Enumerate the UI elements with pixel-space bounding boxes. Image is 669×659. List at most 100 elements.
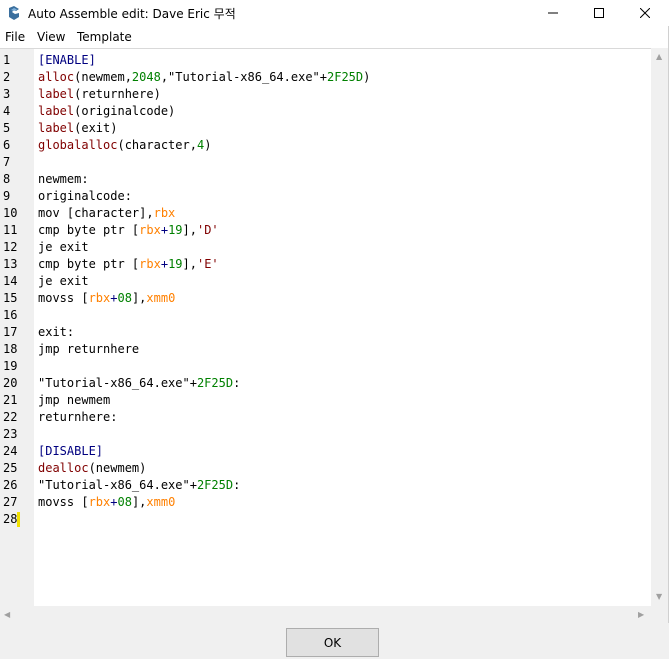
vertical-scrollbar[interactable]: ▲ ▼ [651,48,668,606]
code-token: exit: [38,325,75,339]
line-number: 1 [3,53,11,67]
scroll-down-icon[interactable]: ▼ [656,592,662,601]
code-line[interactable]: "Tutorial-x86_64.exe"+2F25D: [38,375,240,392]
code-token: movss [ [38,495,89,509]
code-token: "Tutorial-x86_64.exe"+ [38,478,197,492]
line-number: 21 [3,393,18,407]
code-token: ], [182,257,197,271]
code-token: 2048 [131,70,161,84]
code-token: label [38,104,75,118]
code-token: + [160,257,169,271]
code-line[interactable]: exit: [38,324,74,341]
line-number: 23 [3,427,18,441]
code-token: ], [131,291,147,305]
code-token: originalcode: [38,189,132,203]
code-token: (returnhere) [74,87,161,101]
code-line[interactable]: movss [rbx+08],xmm0 [38,290,175,307]
maximize-button[interactable] [576,0,622,26]
code-token: (exit) [74,121,118,135]
code-line[interactable]: alloc(newmem,2048,"Tutorial-x86_64.exe"+… [38,69,370,86]
line-number: 10 [3,206,18,220]
code-line[interactable]: [DISABLE] [38,443,103,460]
line-number: 19 [3,359,18,373]
code-line[interactable]: label(returnhere) [38,86,161,103]
code-token: [ENABLE] [38,53,96,67]
code-token: + [110,291,118,305]
line-number: 5 [3,121,11,135]
line-number: 3 [3,87,11,101]
line-number: 9 [3,189,11,203]
scroll-right-icon[interactable]: ▶ [638,610,644,619]
code-line[interactable]: originalcode: [38,188,132,205]
code-line[interactable]: label(originalcode) [38,103,175,120]
line-number: 4 [3,104,11,118]
line-number: 15 [3,291,18,305]
code-token: 19 [168,257,183,271]
code-token: ) [204,138,212,152]
code-token: "Tutorial-x86_64.exe"+ [38,376,197,390]
horizontal-scrollbar[interactable]: ◀ ▶ [0,606,651,623]
code-line[interactable]: [ENABLE] [38,52,96,69]
code-token: rbx [88,291,111,305]
line-number: 17 [3,325,18,339]
code-line[interactable]: je exit [38,239,89,256]
button-panel: OK [0,623,669,659]
title-bar[interactable]: Auto Assemble edit: Dave Eric 무적 [0,0,669,26]
ok-button[interactable]: OK [286,628,379,657]
code-token: : [233,376,241,390]
code-token: mov [character], [38,206,154,220]
line-number: 25 [3,461,18,475]
code-token: label [38,121,75,135]
code-line[interactable]: jmp newmem [38,392,110,409]
code-token: 'E' [196,257,219,271]
code-token: returnhere: [38,410,118,424]
code-token: rbx [139,257,161,271]
current-line-marker [17,512,20,527]
code-token: ], [182,223,197,237]
code-token: rbx [153,206,176,220]
code-token: rbx [88,495,111,509]
line-number: 11 [3,223,18,237]
code-token: newmem: [38,172,89,186]
line-number: 6 [3,138,11,152]
code-token: (newmem, [74,70,132,84]
line-number: 28 [3,512,18,526]
code-editor[interactable]: 1 2 3 4 5 6 7 8 9 10 11 12 13 14 15 16 17 18 19 20 21 22 23 24 2… [0,48,651,607]
line-number: 26 [3,478,18,492]
scroll-left-icon[interactable]: ◀ [4,610,10,619]
code-line[interactable]: "Tutorial-x86_64.exe"+2F25D: [38,477,240,494]
code-token: 2F25D [196,478,234,492]
menu-bar: File View Template [0,27,669,47]
close-button[interactable] [622,0,668,26]
code-token: movss [ [38,291,89,305]
code-line[interactable]: label(exit) [38,120,117,137]
code-line[interactable]: globalalloc(character,4) [38,137,211,154]
code-token: 19 [168,223,183,237]
code-line[interactable]: je exit [38,273,89,290]
code-line[interactable]: cmp byte ptr [rbx+19],'E' [38,256,219,273]
line-number: 24 [3,444,18,458]
code-token: cmp byte ptr [ [38,223,140,237]
code-line[interactable]: newmem: [38,171,89,188]
line-number: 7 [3,155,11,169]
code-token: + [160,223,169,237]
code-token: cmp byte ptr [ [38,257,140,271]
scroll-up-icon[interactable]: ▲ [656,52,662,61]
minimize-button[interactable] [530,0,576,26]
line-number-gutter: 1 2 3 4 5 6 7 8 9 10 11 12 13 14 15 16 17 18 19 20 21 22 23 24 2… [0,49,34,607]
code-token: 'D' [196,223,219,237]
code-line[interactable]: dealloc(newmem) [38,460,146,477]
code-token: ,"Tutorial-x86_64.exe"+ [160,70,327,84]
menu-template[interactable]: Template [77,30,132,44]
code-token: label [38,87,75,101]
menu-file[interactable]: File [5,30,25,44]
menu-view[interactable]: View [37,30,65,44]
cheat-engine-icon [6,5,22,21]
code-line[interactable]: cmp byte ptr [rbx+19],'D' [38,222,219,239]
minimize-icon [548,12,558,14]
code-line[interactable]: returnhere: [38,409,117,426]
code-line[interactable]: jmp returnhere [38,341,139,358]
code-token: alloc [38,70,75,84]
code-line[interactable]: movss [rbx+08],xmm0 [38,494,175,511]
code-line[interactable]: mov [character],rbx [38,205,175,222]
